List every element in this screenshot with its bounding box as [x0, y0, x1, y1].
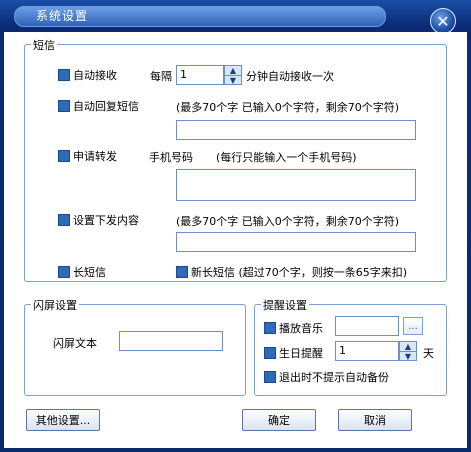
sms-group: 短信 自动接收 每隔 1 ▲ ▼ 分钟自动接收一次 自动回复短信 (最多70个字…	[24, 37, 447, 282]
flash-group-title: 闪屏设置	[31, 297, 79, 313]
window-title: 系统设置	[36, 9, 89, 23]
checkbox-box	[58, 214, 70, 226]
send-hint: (最多70个字 已输入0个字符，剩余70个字符)	[176, 215, 400, 228]
spin-down-icon[interactable]: ▼	[400, 351, 416, 361]
reply-hint: (最多70个字 已输入0个字符，剩余70个字符)	[176, 101, 400, 114]
forward-label: 申请转发	[73, 150, 117, 163]
ok-button[interactable]: 确定	[242, 409, 316, 431]
exit-no-backup-prompt-label: 退出时不提示自动备份	[279, 371, 389, 384]
reply-text-input[interactable]	[176, 120, 416, 140]
sms-group-title: 短信	[31, 37, 57, 53]
checkbox-box	[58, 69, 70, 81]
phone-label: 手机号码	[149, 151, 193, 164]
browse-music-button[interactable]: ...	[403, 317, 423, 335]
cancel-button[interactable]: 取消	[338, 409, 412, 431]
exit-no-backup-prompt-checkbox[interactable]: 退出时不提示自动备份	[264, 369, 389, 385]
send-content-checkbox[interactable]: 设置下发内容	[58, 212, 139, 228]
other-settings-button[interactable]: 其他设置...	[26, 409, 100, 431]
birthday-reminder-label: 生日提醒	[279, 347, 323, 360]
send-content-input[interactable]	[176, 232, 416, 252]
interval-stepper[interactable]: ▲ ▼	[224, 65, 242, 85]
birthday-reminder-checkbox[interactable]: 生日提醒	[264, 345, 323, 361]
auto-receive-label: 自动接收	[73, 69, 117, 82]
long-sms-checkbox[interactable]: 长短信	[58, 264, 106, 280]
auto-reply-checkbox[interactable]: 自动回复短信	[58, 98, 139, 114]
close-button[interactable]: ✕	[430, 8, 456, 34]
checkbox-box	[58, 266, 70, 278]
flash-group: 闪屏设置 闪屏文本	[24, 297, 246, 396]
reminder-group-title: 提醒设置	[261, 297, 309, 313]
auto-receive-checkbox[interactable]: 自动接收	[58, 67, 117, 83]
send-content-label: 设置下发内容	[73, 214, 139, 227]
forward-checkbox[interactable]: 申请转发	[58, 148, 117, 164]
long-sms-label: 长短信	[73, 266, 106, 279]
phone-hint: (每行只能输入一个手机号码)	[216, 151, 357, 164]
interval-unit-label: 分钟自动接收一次	[246, 70, 334, 83]
spin-down-icon[interactable]: ▼	[225, 75, 241, 85]
play-music-label: 播放音乐	[279, 322, 323, 335]
spin-up-icon[interactable]: ▲	[400, 342, 416, 351]
spin-up-icon[interactable]: ▲	[225, 66, 241, 75]
birthday-days-value: 1	[339, 344, 346, 357]
auto-reply-label: 自动回复短信	[73, 100, 139, 113]
birthday-days-stepper[interactable]: ▲ ▼	[399, 341, 417, 361]
every-label: 每隔	[150, 70, 172, 83]
days-unit-label: 天	[423, 347, 434, 360]
checkbox-box	[264, 371, 276, 383]
checkbox-box	[264, 347, 276, 359]
interval-value: 1	[180, 68, 187, 81]
music-file-input[interactable]	[335, 316, 399, 336]
interval-input[interactable]: 1	[176, 65, 224, 85]
birthday-days-input[interactable]: 1	[335, 341, 399, 361]
checkbox-box	[58, 100, 70, 112]
phone-numbers-input[interactable]	[176, 169, 416, 201]
close-icon: ✕	[436, 11, 450, 31]
play-music-checkbox[interactable]: 播放音乐	[264, 320, 323, 336]
flash-text-label: 闪屏文本	[53, 337, 97, 350]
new-long-sms-label: 新长短信 (超过70个字，则按一条65字来扣)	[191, 266, 408, 279]
flash-text-input[interactable]	[119, 331, 223, 351]
checkbox-box	[58, 150, 70, 162]
reminder-group: 提醒设置 播放音乐 ... 生日提醒 1 ▲ ▼ 天 退出时不提示自动备份	[254, 297, 447, 396]
new-long-sms-checkbox[interactable]: 新长短信 (超过70个字，则按一条65字来扣)	[176, 264, 407, 280]
settings-window: 系统设置 ✕ 短信 自动接收 每隔 1 ▲ ▼ 分钟自动接收一次 自动回复短信	[0, 0, 471, 452]
checkbox-box	[176, 266, 188, 278]
dialog-body: 短信 自动接收 每隔 1 ▲ ▼ 分钟自动接收一次 自动回复短信 (最多70个字…	[4, 32, 467, 448]
checkbox-box	[264, 322, 276, 334]
